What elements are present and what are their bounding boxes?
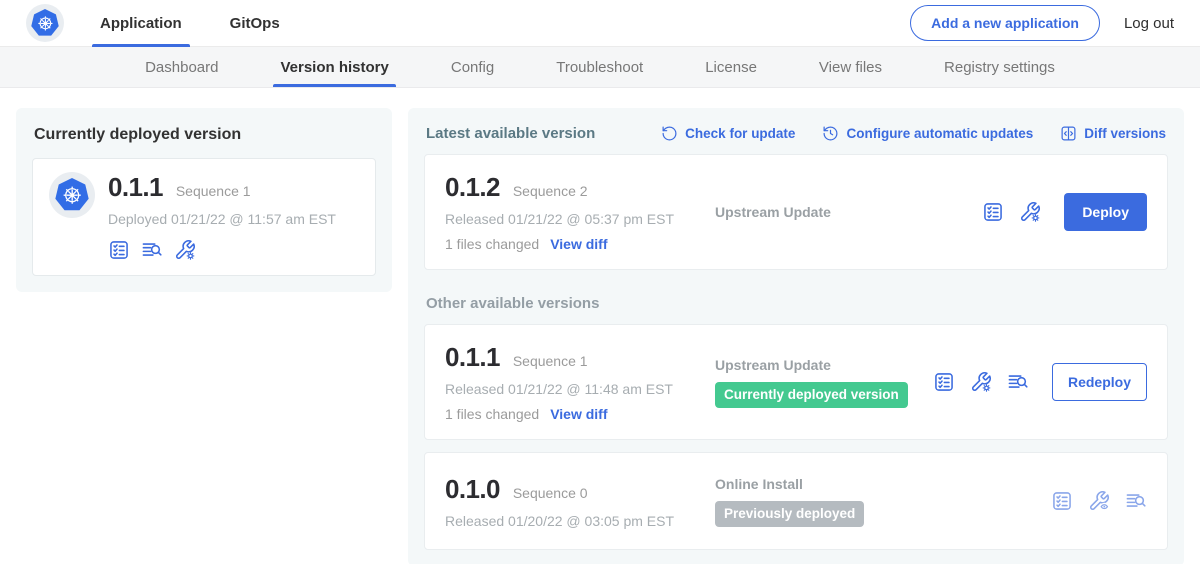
version-released-timestamp: Released 01/20/22 @ 03:05 pm EST [445, 513, 703, 529]
deployed-version-info: 0.1.1 Sequence 1 Deployed 01/21/22 @ 11:… [108, 172, 336, 261]
view-config-icon[interactable] [1088, 490, 1110, 512]
redeploy-button[interactable]: Redeploy [1052, 363, 1147, 401]
preflight-checks-icon[interactable] [108, 239, 130, 261]
version-info: 0.1.1 Sequence 1 Released 01/21/22 @ 11:… [445, 342, 703, 422]
app-logo [26, 4, 64, 42]
version-row-0-1-1: 0.1.1 Sequence 1 Released 01/21/22 @ 11:… [424, 324, 1168, 440]
version-number: 0.1.0 [445, 474, 500, 505]
deployed-sequence: Sequence 1 [176, 183, 251, 199]
source-label: Upstream Update [715, 357, 933, 373]
currently-deployed-title: Currently deployed version [34, 126, 374, 144]
files-changed-label: 1 files changed [445, 406, 539, 422]
version-actions [1051, 490, 1147, 512]
preflight-checks-icon[interactable] [933, 371, 955, 393]
subnav-config[interactable]: Config [420, 47, 525, 87]
top-bar-actions: Add a new application Log out [910, 5, 1174, 41]
version-actions: Redeploy [933, 363, 1147, 401]
deployed-version-number: 0.1.1 [108, 172, 163, 203]
view-logs-icon[interactable] [1125, 490, 1147, 512]
diff-columns-icon [1060, 125, 1077, 142]
version-history-panel: Latest available version Check for updat… [408, 108, 1184, 564]
schedule-refresh-icon [822, 125, 839, 142]
view-logs-icon[interactable] [1007, 371, 1029, 393]
previously-deployed-badge: Previously deployed [715, 501, 864, 527]
tab-gitops-label: GitOps [230, 15, 280, 32]
deployed-version-card: 0.1.1 Sequence 1 Deployed 01/21/22 @ 11:… [32, 158, 376, 276]
subnav-troubleshoot[interactable]: Troubleshoot [525, 47, 674, 87]
version-info: 0.1.2 Sequence 2 Released 01/21/22 @ 05:… [445, 172, 703, 252]
edit-config-icon[interactable] [174, 239, 196, 261]
version-row-0-1-0: 0.1.0 Sequence 0 Released 01/20/22 @ 03:… [424, 452, 1168, 550]
check-for-update-link[interactable]: Check for update [661, 125, 795, 142]
main-content: Currently deployed version 0.1.1 [0, 88, 1200, 564]
deploy-button[interactable]: Deploy [1064, 193, 1147, 231]
files-changed-label: 1 files changed [445, 236, 539, 252]
edit-config-icon[interactable] [970, 371, 992, 393]
currently-deployed-badge: Currently deployed version [715, 382, 908, 408]
logout-button[interactable]: Log out [1124, 15, 1174, 32]
version-source: Upstream Update [703, 204, 982, 220]
add-new-application-button[interactable]: Add a new application [910, 5, 1100, 41]
subnav-registry-settings[interactable]: Registry settings [913, 47, 1086, 87]
edit-config-icon[interactable] [1019, 201, 1041, 223]
tab-gitops[interactable]: GitOps [228, 0, 282, 47]
diff-versions-link[interactable]: Diff versions [1060, 125, 1166, 142]
subnav-version-history[interactable]: Version history [249, 47, 419, 87]
subnav-view-files[interactable]: View files [788, 47, 913, 87]
configure-automatic-updates-label: Configure automatic updates [846, 126, 1033, 141]
version-released-timestamp: Released 01/21/22 @ 05:37 pm EST [445, 211, 703, 227]
preflight-checks-icon[interactable] [982, 201, 1004, 223]
app-subnav: Dashboard Version history Config Trouble… [0, 47, 1200, 88]
version-row-0-1-2: 0.1.2 Sequence 2 Released 01/21/22 @ 05:… [424, 154, 1168, 270]
deployed-app-logo [49, 172, 95, 218]
configure-automatic-updates-link[interactable]: Configure automatic updates [822, 125, 1033, 142]
deployed-timestamp: Deployed 01/21/22 @ 11:57 am EST [108, 211, 336, 227]
version-number: 0.1.2 [445, 172, 500, 203]
kubernetes-wheel-icon [55, 178, 89, 212]
source-label: Upstream Update [715, 204, 982, 220]
latest-version-title: Latest available version [426, 125, 595, 142]
version-header-actions: Check for update Configure automatic upd… [661, 125, 1166, 142]
tab-application-label: Application [100, 15, 182, 32]
tab-application[interactable]: Application [98, 0, 184, 47]
latest-version-header: Latest available version Check for updat… [426, 125, 1166, 142]
refresh-icon [661, 125, 678, 142]
app-tabs: Application GitOps [98, 0, 326, 47]
version-info: 0.1.0 Sequence 0 Released 01/20/22 @ 03:… [445, 474, 703, 529]
currently-deployed-panel: Currently deployed version 0.1.1 [16, 108, 392, 292]
view-logs-icon[interactable] [141, 239, 163, 261]
subnav-license[interactable]: License [674, 47, 788, 87]
version-sequence: Sequence 2 [513, 183, 588, 199]
version-actions: Deploy [982, 193, 1147, 231]
version-sequence: Sequence 0 [513, 485, 588, 501]
other-available-versions-title: Other available versions [426, 295, 1166, 312]
version-sequence: Sequence 1 [513, 353, 588, 369]
view-diff-link[interactable]: View diff [550, 236, 607, 252]
version-released-timestamp: Released 01/21/22 @ 11:48 am EST [445, 381, 703, 397]
preflight-checks-icon[interactable] [1051, 490, 1073, 512]
version-source: Online Install Previously deployed [703, 476, 1051, 527]
subnav-dashboard[interactable]: Dashboard [114, 47, 249, 87]
source-label: Online Install [715, 476, 1051, 492]
kubernetes-wheel-icon [31, 9, 59, 37]
top-bar: Application GitOps Add a new application… [0, 0, 1200, 47]
deployed-action-icons [108, 239, 336, 261]
check-for-update-label: Check for update [685, 126, 795, 141]
diff-versions-label: Diff versions [1084, 126, 1166, 141]
view-diff-link[interactable]: View diff [550, 406, 607, 422]
version-source: Upstream Update Currently deployed versi… [703, 357, 933, 408]
version-number: 0.1.1 [445, 342, 500, 373]
